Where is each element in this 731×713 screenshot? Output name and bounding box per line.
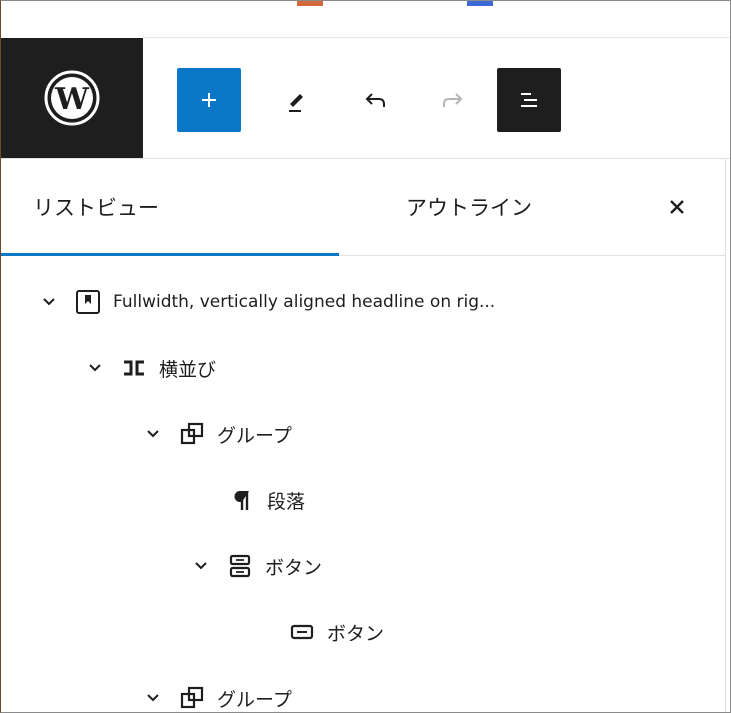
tree-item[interactable]: グループ bbox=[1, 401, 725, 467]
tree-item[interactable]: 横並び bbox=[1, 335, 725, 401]
list-view-icon bbox=[521, 93, 537, 107]
tree-item-label: ボタン bbox=[327, 622, 385, 645]
close-icon bbox=[670, 200, 684, 214]
document-overview-button[interactable] bbox=[497, 68, 561, 132]
redo-button[interactable] bbox=[421, 68, 485, 132]
buttons-icon bbox=[225, 551, 255, 581]
tree-item-label: グループ bbox=[217, 688, 292, 711]
tools-button[interactable] bbox=[263, 68, 327, 132]
tree-item[interactable]: ボタン bbox=[1, 599, 725, 665]
tree-item-label: Fullwidth, vertically aligned headline o… bbox=[113, 292, 496, 312]
tree-item-label: ボタン bbox=[265, 556, 323, 579]
tab-outline[interactable]: アウトライン bbox=[339, 159, 599, 255]
button-icon bbox=[287, 617, 317, 647]
tab-label: リストビュー bbox=[33, 196, 159, 220]
add-block-button[interactable] bbox=[177, 68, 241, 132]
strip-marker bbox=[297, 1, 323, 6]
tree-item[interactable]: Fullwidth, vertically aligned headline o… bbox=[1, 269, 725, 335]
redo-icon bbox=[443, 93, 463, 107]
close-panel-button[interactable] bbox=[653, 183, 701, 231]
tab-label: アウトライン bbox=[406, 196, 532, 220]
pattern-icon bbox=[73, 287, 103, 317]
chevron-down-icon[interactable] bbox=[191, 556, 211, 576]
wordpress-logo-icon: W bbox=[44, 70, 100, 126]
chevron-down-icon[interactable] bbox=[39, 292, 59, 312]
tree-item-label: グループ bbox=[217, 424, 292, 447]
editor-frame: W リストビュー アウトライン Fullwidth, vertically al… bbox=[0, 0, 731, 713]
tree-item-label: 段落 bbox=[267, 490, 306, 513]
strip-marker bbox=[467, 1, 493, 6]
svg-text:W: W bbox=[54, 82, 90, 117]
columns-icon bbox=[119, 353, 149, 383]
chevron-down-icon[interactable] bbox=[143, 424, 163, 444]
chevron-down-icon[interactable] bbox=[143, 688, 163, 708]
group-icon bbox=[177, 683, 207, 712]
panel-tabs: リストビュー アウトライン bbox=[1, 159, 725, 256]
tab-list-view[interactable]: リストビュー bbox=[1, 159, 339, 256]
pencil-icon bbox=[289, 94, 303, 112]
chevron-down-icon[interactable] bbox=[85, 358, 105, 378]
wordpress-logo-button[interactable]: W bbox=[1, 38, 143, 158]
undo-button[interactable] bbox=[343, 68, 407, 132]
tree-item[interactable]: グループ bbox=[1, 665, 725, 712]
paragraph-icon bbox=[227, 485, 257, 515]
browser-top-strip bbox=[1, 1, 730, 9]
undo-icon bbox=[365, 93, 385, 107]
editor-toolbar: W bbox=[1, 38, 730, 158]
plus-icon bbox=[202, 93, 216, 107]
tree-item[interactable]: 段落 bbox=[1, 467, 725, 533]
tree-item-label: 横並び bbox=[159, 358, 217, 381]
tree-item[interactable]: ボタン bbox=[1, 533, 725, 599]
panel-border bbox=[725, 158, 726, 712]
group-icon bbox=[177, 419, 207, 449]
